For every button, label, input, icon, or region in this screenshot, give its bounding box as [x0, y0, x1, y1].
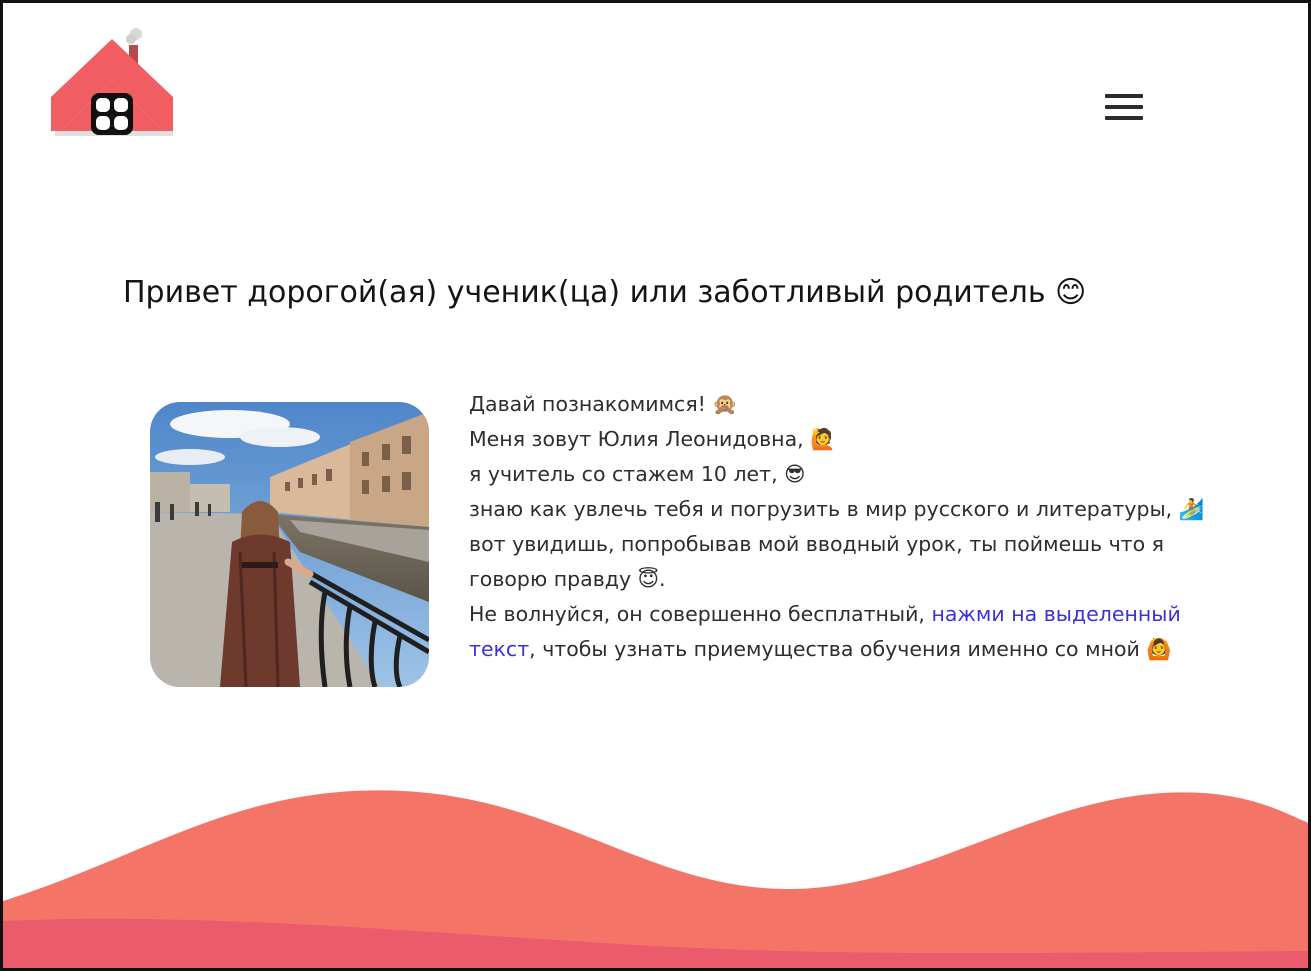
- intro-text: Давай познакомимся! 🙊 Меня зовут Юлия Ле…: [469, 387, 1229, 667]
- menu-bar: [1105, 105, 1143, 109]
- house-logo-icon[interactable]: [47, 23, 177, 141]
- intro-line: текст, чтобы узнать приемущества обучени…: [469, 632, 1229, 667]
- teacher-photo: [150, 402, 429, 687]
- intro-line: я учитель со стажем 10 лет, 😎: [469, 462, 806, 486]
- menu-bar: [1105, 116, 1143, 120]
- intro-line: говорю правду 😇.: [469, 567, 666, 591]
- page-frame: Привет дорогой(ая) ученик(ца) или заботл…: [0, 0, 1311, 971]
- intro-line: Давай познакомимся! 🙊: [469, 392, 738, 416]
- intro-line: Меня зовут Юлия Леонидовна, 🙋: [469, 427, 836, 451]
- intro-text-part: , чтобы узнать приемущества обучения име…: [529, 637, 1172, 661]
- intro-line: знаю как увлечь тебя и погрузить в мир р…: [469, 497, 1205, 521]
- intro-line: Не волнуйся, он совершенно бесплатный, н…: [469, 597, 1229, 632]
- details-link[interactable]: нажми на выделенный: [931, 602, 1180, 626]
- page-title: Привет дорогой(ая) ученик(ца) или заботл…: [123, 275, 1087, 310]
- details-link[interactable]: текст: [469, 637, 529, 661]
- intro-line: вот увидишь, попробывав мой вводный урок…: [469, 532, 1165, 556]
- hamburger-menu-icon[interactable]: [1103, 91, 1145, 125]
- intro-text-part: Не волнуйся, он совершенно бесплатный,: [469, 602, 932, 626]
- decorative-waves: [3, 790, 1308, 968]
- menu-bar: [1105, 94, 1143, 98]
